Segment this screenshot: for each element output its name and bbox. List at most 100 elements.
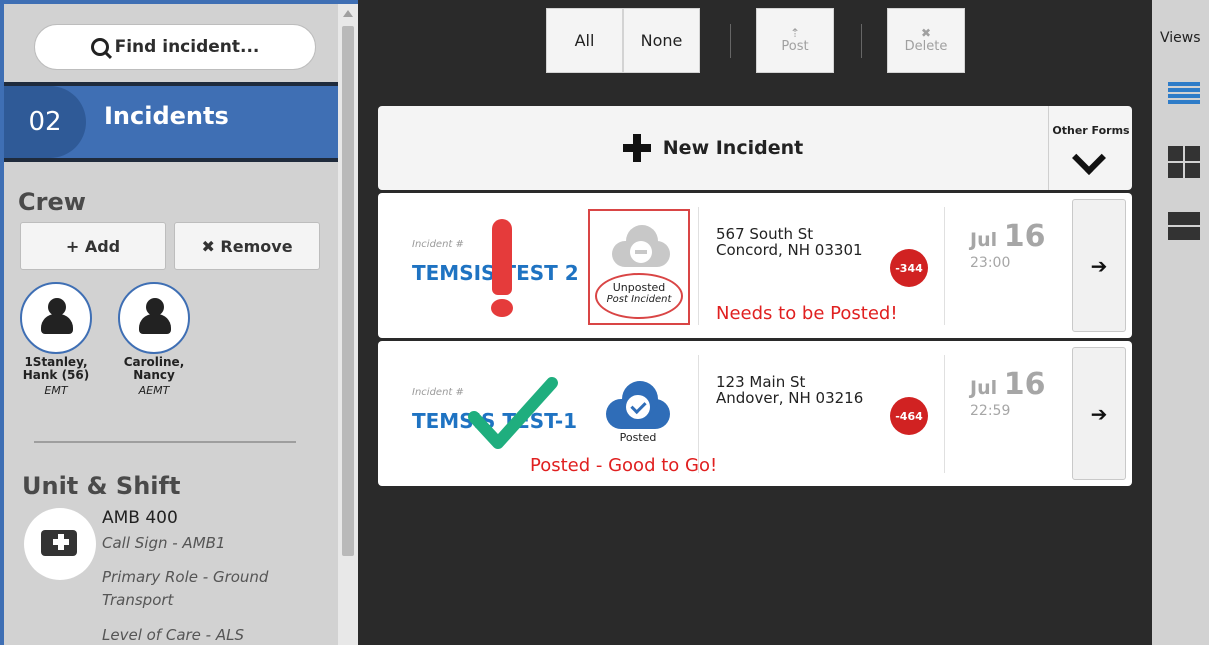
delete-label: Delete	[904, 39, 948, 54]
annotation-note: Posted - Good to Go!	[530, 455, 718, 476]
annotation-note: Needs to be Posted!	[716, 303, 898, 324]
incident-number-label: Incident #	[412, 387, 464, 398]
incident-date: Jul 16	[970, 367, 1045, 402]
row-block	[1168, 227, 1200, 240]
post-label: Post	[781, 39, 809, 54]
date-month: Jul	[970, 377, 998, 399]
cloud-posted-icon	[606, 381, 670, 429]
select-none-button[interactable]: None	[623, 8, 700, 73]
person-icon-body	[41, 314, 73, 334]
status-text: Posted	[619, 431, 657, 444]
arrow-right-icon: ➔	[1090, 253, 1108, 278]
unit-name: AMB 400	[102, 508, 178, 528]
crew-name-2: Caroline, Nancy	[106, 356, 202, 382]
incidents-label: Incidents	[104, 102, 229, 130]
crew-name-2-line2: Nancy	[133, 368, 175, 382]
new-incident-button[interactable]: New Incident	[378, 106, 1048, 190]
upload-icon: ⇡	[789, 26, 801, 40]
toolbar-separator	[861, 24, 862, 58]
new-incident-label: New Incident	[662, 137, 804, 159]
post-incident-action[interactable]: Unposted Post Incident	[595, 273, 683, 319]
list-line	[1168, 94, 1200, 98]
ambulance-cross-h	[53, 539, 69, 545]
unit-shift-heading: Unit & Shift	[22, 472, 181, 500]
incident-card[interactable]: Incident # TEMSIS TEST 2 Unposted Post I…	[378, 193, 1132, 338]
incident-number-label: Incident #	[412, 239, 464, 250]
search-icon	[90, 38, 109, 56]
list-view-icon[interactable]	[1168, 82, 1200, 104]
crew-role-2: AEMT	[138, 384, 170, 397]
address-line2: Concord, NH 03301	[716, 241, 863, 259]
checkmark-path	[468, 377, 558, 449]
post-status-highlight: Unposted Post Incident	[588, 209, 690, 325]
date-month: Jul	[970, 229, 998, 251]
select-all-button[interactable]: All	[546, 8, 623, 73]
scrollbar-thumb[interactable]	[342, 26, 354, 556]
unit-primary-role: Primary Role - Ground	[102, 568, 269, 586]
divider	[944, 207, 945, 325]
chevron-down-icon	[1072, 141, 1106, 175]
search-placeholder: Find incident...	[114, 37, 260, 57]
row-block	[1168, 212, 1200, 225]
post-button[interactable]: ⇡ Post	[756, 8, 834, 73]
incidents-nav-item[interactable]: 02 Incidents	[4, 82, 338, 162]
crew-name-1: 1Stanley, Hank (56)	[8, 356, 104, 382]
crew-heading: Crew	[18, 188, 86, 216]
toolbar-separator	[730, 24, 731, 58]
exclamation-dot	[491, 299, 513, 317]
incident-date: Jul 16	[970, 219, 1045, 254]
grid-tile	[1168, 163, 1183, 178]
count-badge: -464	[890, 397, 928, 435]
remove-crew-button[interactable]: ✖ Remove	[174, 222, 320, 270]
sidebar: Find incident... 02 Incidents Crew + Add…	[0, 0, 358, 645]
cloud-unposted-icon	[612, 225, 670, 267]
crew-name-1-line2: Hank (56)	[22, 368, 90, 382]
date-day: 16	[1003, 367, 1046, 402]
minus-icon	[630, 241, 652, 263]
select-all-label: All	[574, 31, 595, 50]
new-incident-bar: New Incident Other Forms	[378, 106, 1132, 190]
incidents-count: 02	[4, 86, 86, 158]
divider	[698, 207, 699, 325]
scroll-up-icon[interactable]	[343, 10, 353, 17]
crew-avatar-2[interactable]	[118, 282, 190, 354]
add-crew-button[interactable]: + Add	[20, 222, 166, 270]
address-line2: Andover, NH 03216	[716, 389, 864, 407]
check-circle-icon	[626, 395, 650, 419]
plus-icon	[622, 134, 651, 162]
grid-view-icon[interactable]	[1168, 146, 1200, 178]
select-none-label: None	[640, 31, 683, 50]
list-line	[1168, 82, 1200, 86]
person-icon-body	[139, 314, 171, 334]
checkmark-icon	[468, 377, 558, 449]
other-forms-label: Other Forms	[1052, 124, 1130, 137]
row-view-icon[interactable]	[1168, 212, 1200, 240]
delete-button[interactable]: ✖ Delete	[887, 8, 965, 73]
exclamation-icon	[492, 219, 512, 295]
date-day: 16	[1003, 219, 1046, 254]
status-sub-text: Post Incident	[606, 294, 672, 305]
search-input[interactable]: Find incident...	[34, 24, 316, 70]
crew-avatar-1[interactable]	[20, 282, 92, 354]
crew-role-1: EMT	[44, 384, 68, 397]
divider	[944, 355, 945, 473]
other-forms-button[interactable]: Other Forms	[1048, 106, 1133, 190]
open-incident-button[interactable]: ➔	[1072, 347, 1126, 480]
sidebar-scrollbar[interactable]	[338, 4, 358, 645]
list-line	[1168, 100, 1200, 104]
views-panel: Views	[1152, 0, 1209, 645]
divider	[34, 441, 296, 443]
grid-tile	[1185, 146, 1200, 161]
count-badge: -344	[890, 249, 928, 287]
status-text: Unposted	[612, 281, 666, 294]
incident-card[interactable]: Incident # TEMSIS TEST-1 Posted 123 Main…	[378, 341, 1132, 486]
unit-primary-role-cont: Transport	[102, 591, 174, 609]
list-line	[1168, 88, 1200, 92]
ambulance-icon	[24, 508, 96, 580]
grid-tile	[1185, 163, 1200, 178]
incident-time: 22:59	[970, 403, 1011, 419]
grid-tile	[1168, 146, 1183, 161]
open-incident-button[interactable]: ➔	[1072, 199, 1126, 332]
unit-level-of-care: Level of Care - ALS	[102, 626, 245, 644]
incident-time: 23:00	[970, 255, 1011, 271]
